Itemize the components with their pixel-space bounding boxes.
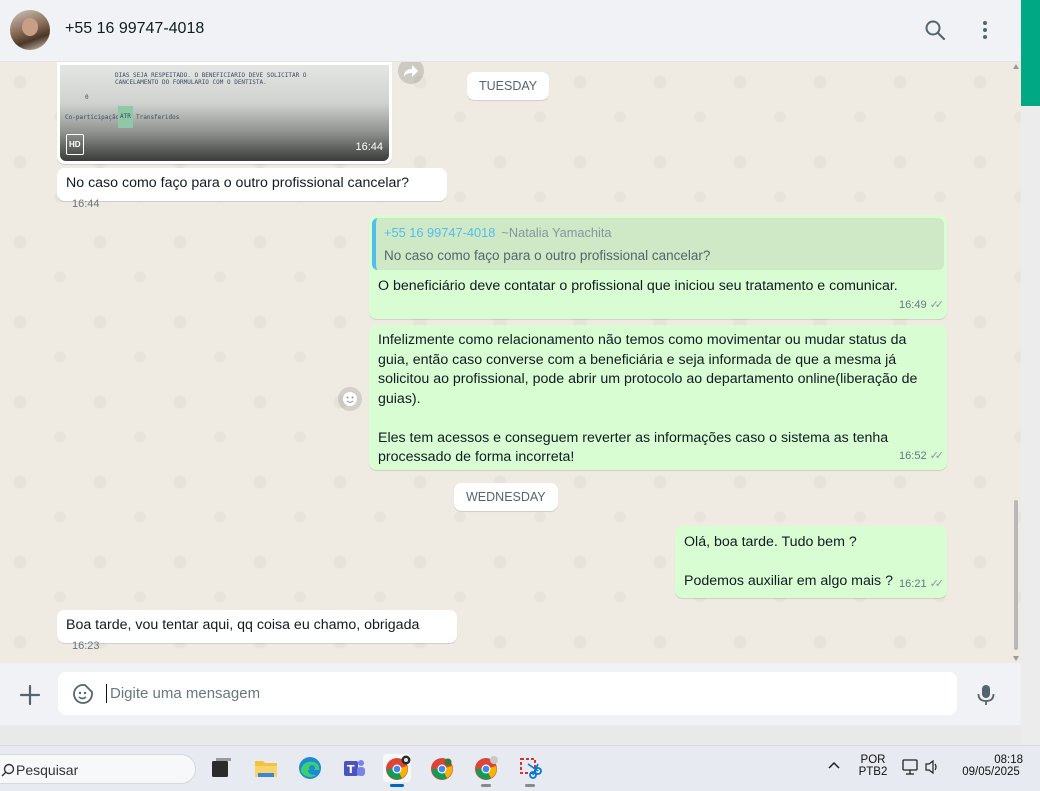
message-outgoing-reply[interactable]: +55 16 99747-4018 ~Natalia Yamachita No c… [369,215,947,319]
language-line: POR [860,754,886,766]
svg-text:T: T [347,763,355,776]
clock-time: 08:18 [994,754,1023,766]
quote-text: No caso como faço para o outro profissio… [384,247,711,263]
message-text-line: guias). [378,390,421,407]
message-text-line: processado de forma incorreta! [378,449,575,465]
read-ticks-icon: ✓✓ [929,298,945,311]
date-chip-tuesday: TUESDAY [467,72,550,100]
scrollbar-thumb[interactable] [1014,500,1018,650]
composer-bar [0,663,1021,725]
chat-area: DIAS SEJA RESPEITADO. O BENEFICIARIO DEV… [0,62,1021,663]
message-time: 16:52 [899,449,927,462]
image-thumbnail[interactable]: DIAS SEJA RESPEITADO. O BENEFICIARIO DEV… [60,65,389,161]
message-text-line: guia, então caso converse com a benefici… [378,351,897,368]
chat-scrollbar[interactable] [1012,62,1020,663]
chat-header: +55 16 99747-4018 [0,0,1021,62]
snipping-tool-icon[interactable] [516,754,544,787]
message-text-line [684,553,938,572]
network-volume-icons[interactable] [901,758,941,779]
message-incoming[interactable]: Boa tarde, vou tentar aqui, qq coisa eu … [57,610,457,652]
teams-icon[interactable]: T [340,754,368,782]
quote-alias: ~Natalia Yamachita [501,225,612,240]
image-doc-text: 0 [85,94,89,101]
quoted-message[interactable]: +55 16 99747-4018 ~Natalia Yamachita No c… [372,218,944,270]
search-label: Pesquisar [16,762,79,778]
hd-badge: HD [66,133,84,155]
message-text-line: Eles tem acessos e conseguem reverter as… [378,429,889,446]
edge-icon[interactable] [296,754,324,782]
chrome-icon[interactable] [428,754,456,782]
message-incoming[interactable]: No caso como faço para o outro profissio… [57,168,447,210]
clock[interactable]: 08:18 09/05/2025 [955,754,1027,778]
language-indicator[interactable]: POR PTB2 [857,754,889,778]
message-time: 16:21 [899,577,927,590]
message-time: 16:44 [72,197,100,210]
quote-sender: +55 16 99747-4018 [384,225,496,240]
clock-date: 09/05/2025 [962,766,1020,778]
message-time: 16:44 [355,140,383,153]
message-outgoing[interactable]: Olá, boa tarde. Tudo bem ? Podemos auxil… [675,526,947,598]
search-icon[interactable] [923,18,947,42]
message-text-line: Infelizmente como relacionamento não tem… [378,332,907,348]
microphone-icon[interactable] [975,683,997,707]
sticker-icon[interactable] [72,683,94,705]
message-box [58,672,957,715]
menu-icon[interactable] [973,18,997,42]
emoji-reaction-icon[interactable] [338,387,362,411]
image-doc-text: ATR [118,106,133,128]
contact-avatar[interactable] [10,10,50,50]
message-text: Boa tarde, vou tentar aqui, qq coisa eu … [66,617,420,633]
chrome-icon[interactable] [383,754,411,787]
image-doc-text: CANCELAMENTO DO FORMULARIO COM O DENTIST… [115,79,267,86]
read-ticks-icon: ✓✓ [929,449,945,462]
image-doc-text: Transferidos [136,114,180,121]
message-time: 16:49 [899,298,927,311]
taskbar-search[interactable]: Pesquisar [0,754,196,784]
message-text-line: Olá, boa tarde. Tudo bem ? [684,534,857,550]
image-message[interactable]: DIAS SEJA RESPEITADO. O BENEFICIARIO DEV… [57,62,392,164]
message-text-line [378,409,938,429]
message-time: 16:23 [72,639,100,652]
chrome-icon[interactable] [472,754,500,787]
search-icon [1,763,15,777]
window-edge [1021,0,1040,745]
message-text: No caso como faço para o outro profissio… [66,175,410,191]
message-text: O beneficiário deve contatar o profissio… [378,278,898,294]
read-ticks-icon: ✓✓ [929,577,945,590]
image-doc-text: Co-participação [65,114,120,121]
language-line: PTB2 [858,766,888,778]
contact-name[interactable]: +55 16 99747-4018 [65,20,204,38]
task-view-icon[interactable] [207,754,235,782]
message-text-line: solicitou ao profissional, pode abrir um… [378,371,918,387]
message-outgoing[interactable]: Infelizmente como relacionamento não tem… [369,325,947,470]
windows-taskbar: Pesquisar T POR PTB2 08:18 09/05/2025 [0,745,1040,791]
message-input[interactable] [106,684,936,703]
date-chip-wednesday: WEDNESDAY [454,483,558,511]
file-explorer-icon[interactable] [252,754,280,782]
attach-plus-icon[interactable] [18,683,42,707]
show-hidden-icons-chevron-icon[interactable] [826,758,842,775]
